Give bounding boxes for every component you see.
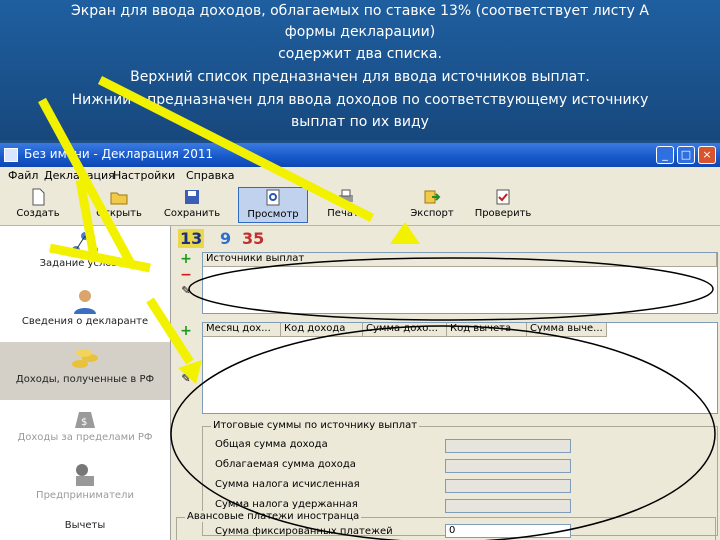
export-label: Экспорт [410,208,454,219]
tax-withheld-label: Сумма налога удержанная [215,499,358,510]
edit-income-button[interactable]: ✎ [178,372,194,386]
person-icon [74,290,96,314]
menu-help[interactable]: Справка [186,169,234,182]
sidebar-item-conditions[interactable]: Задание условий [0,226,170,284]
slide-text-line-3: содержит два списка. [278,46,442,62]
edit-source-button[interactable]: ✎ [178,284,194,298]
coins-icon [72,349,98,368]
column-header-deduction-code[interactable]: Код вычета [447,323,527,337]
menu-bar: Файл Декларация Настройки Справка [0,167,720,185]
preview-label: Просмотр [247,209,299,220]
svg-text:$: $ [81,417,87,428]
slide-text-line-4: Верхний список предназначен для ввода ис… [130,69,590,85]
create-label: Создать [16,208,60,219]
advance-payments-group: Авансовые платежи иностранца Сумма фикси… [176,511,716,540]
title-bar[interactable]: Без имени - Декларация 2011 _ □ × [0,143,720,167]
sidebar-item-income-rf[interactable]: Доходы, полученные в РФ [0,342,170,400]
income-list[interactable]: Месяц дох... Код дохода Сумма дохо... Ко… [202,322,718,414]
tax-calculated-field[interactable] [445,479,571,493]
column-header-income-code[interactable]: Код дохода [281,323,363,337]
print-label: Печать [327,208,365,219]
open-label: Открыть [96,208,142,219]
window-title: Без имени - Декларация 2011 [24,147,214,161]
column-header-income-sum[interactable]: Сумма дохо... [363,323,447,337]
checklist-icon [496,189,510,205]
fixed-payments-field[interactable]: 0 [445,524,571,538]
sources-column-header[interactable]: Источники выплат [203,253,717,267]
print-button[interactable]: Печать [318,187,374,223]
slide-text-line-6: выплат по их виду [291,114,429,130]
slide-text-line-1: Экран для ввода доходов, облагаемых по с… [71,3,649,19]
export-icon [424,190,441,204]
open-button[interactable]: Открыть [88,187,150,223]
sidebar-item-label: Предприниматели [36,490,134,501]
toolbar: Создать Открыть Сохранить Просмотр Печат… [0,185,720,226]
network-icon [72,232,98,254]
app-icon [4,148,18,162]
menu-file[interactable]: Файл [8,169,38,182]
new-document-icon [32,188,45,206]
close-button[interactable]: × [698,146,716,164]
sidebar-item-deductions[interactable]: Вычеты [0,516,170,540]
sidebar-item-label: Доходы, полученные в РФ [15,374,155,385]
money-bag-icon: $ [75,412,95,428]
slide-banner: Экран для ввода доходов, облагаемых по с… [0,0,720,140]
total-income-label: Общая сумма дохода [215,439,328,450]
totals-legend: Итоговые суммы по источнику выплат [211,420,420,431]
main-content: 13 9 35 + − ✎ Источники выплат + − ✎ Мес… [172,226,720,540]
save-button[interactable]: Сохранить [158,187,226,223]
create-button[interactable]: Создать [10,187,66,223]
minimize-button[interactable]: _ [656,146,674,164]
slide-text-line-5: Нижний – предназначен для ввода доходов … [71,92,649,108]
maximize-button[interactable]: □ [677,146,695,164]
rate-35-tab[interactable]: 35 [242,229,264,248]
menu-declaration[interactable]: Декларация [44,169,115,182]
preview-icon [266,189,280,206]
check-button[interactable]: Проверить [470,187,536,223]
export-button[interactable]: Экспорт [402,187,462,223]
sidebar-item-income-abroad[interactable]: $ Доходы за пределами РФ [0,400,170,458]
delete-source-button[interactable]: − [178,268,194,282]
sidebar-item-entrepreneurs[interactable]: Предприниматели [0,458,170,516]
sidebar-item-declarant[interactable]: Сведения о декларанте [0,284,170,342]
tax-calculated-label: Сумма налога исчисленная [215,479,360,490]
add-income-button[interactable]: + [178,324,194,338]
fixed-payments-label: Сумма фиксированных платежей [215,526,393,537]
rate-13-tab[interactable]: 13 [178,229,205,248]
printer-icon [339,189,353,202]
advance-legend: Авансовые платежи иностранца [185,511,362,522]
folder-open-icon [110,192,128,205]
rate-9-tab[interactable]: 9 [220,229,231,248]
taxable-income-label: Облагаемая сумма дохода [215,459,356,470]
entrepreneur-icon [76,464,94,486]
slide-text-line-2: формы декларации) [284,24,436,40]
floppy-disk-icon [185,190,199,204]
rate-tabs: 13 9 35 [178,229,274,248]
menu-settings[interactable]: Настройки [113,169,175,182]
app-window: Без имени - Декларация 2011 _ □ × Файл Д… [0,143,720,540]
delete-income-button[interactable]: − [178,348,194,362]
sidebar-item-label: Задание условий [39,258,131,269]
sidebar-item-label: Сведения о декларанте [21,316,149,327]
sidebar-item-label: Вычеты [64,520,106,531]
sidebar-item-label: Доходы за пределами РФ [17,432,153,443]
add-source-button[interactable]: + [178,252,194,266]
taxable-income-field[interactable] [445,459,571,473]
sidebar: Задание условий Сведения о декларанте До… [0,226,171,540]
column-header-deduction-sum[interactable]: Сумма выче... [527,323,607,337]
check-label: Проверить [474,208,532,219]
total-income-field[interactable] [445,439,571,453]
tax-withheld-field[interactable] [445,499,571,513]
preview-button[interactable]: Просмотр [238,187,308,223]
column-header-month[interactable]: Месяц дох... [203,323,281,337]
save-label: Сохранить [163,208,221,219]
sources-list[interactable]: Источники выплат [202,252,718,314]
